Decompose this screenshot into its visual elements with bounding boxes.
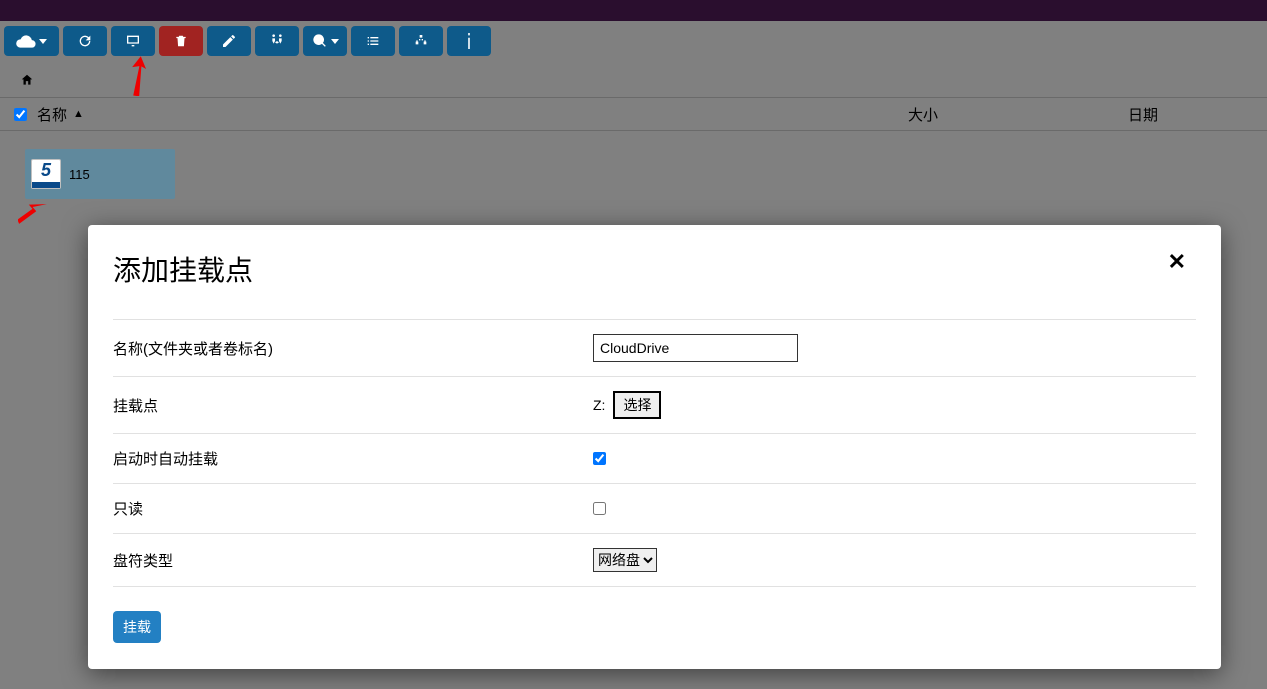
automount-label: 启动时自动挂载 (113, 448, 593, 469)
mountpoint-label: 挂载点 (113, 395, 593, 416)
mount-button[interactable]: 挂载 (113, 611, 161, 643)
automount-checkbox[interactable] (593, 452, 606, 465)
annotation-arrow (128, 56, 148, 96)
drivetype-label: 盘符类型 (113, 550, 593, 571)
name-input[interactable] (593, 334, 798, 362)
select-drive-button[interactable]: 选择 (613, 391, 661, 419)
modal-title: 添加挂载点 (113, 249, 253, 289)
add-mount-modal: 添加挂载点 ✕ 名称(文件夹或者卷标名) 挂载点 Z: 选择 启动时自动挂载 (88, 225, 1221, 669)
drivetype-select[interactable]: 网络盘 (593, 548, 657, 572)
modal-overlay: 添加挂载点 ✕ 名称(文件夹或者卷标名) 挂载点 Z: 选择 启动时自动挂载 (0, 0, 1267, 689)
annotation-arrow (18, 201, 48, 227)
mount-drive-text: Z: (593, 397, 605, 413)
close-button[interactable]: ✕ (1168, 249, 1186, 275)
readonly-label: 只读 (113, 498, 593, 519)
readonly-checkbox[interactable] (593, 502, 606, 515)
name-label: 名称(文件夹或者卷标名) (113, 338, 593, 359)
